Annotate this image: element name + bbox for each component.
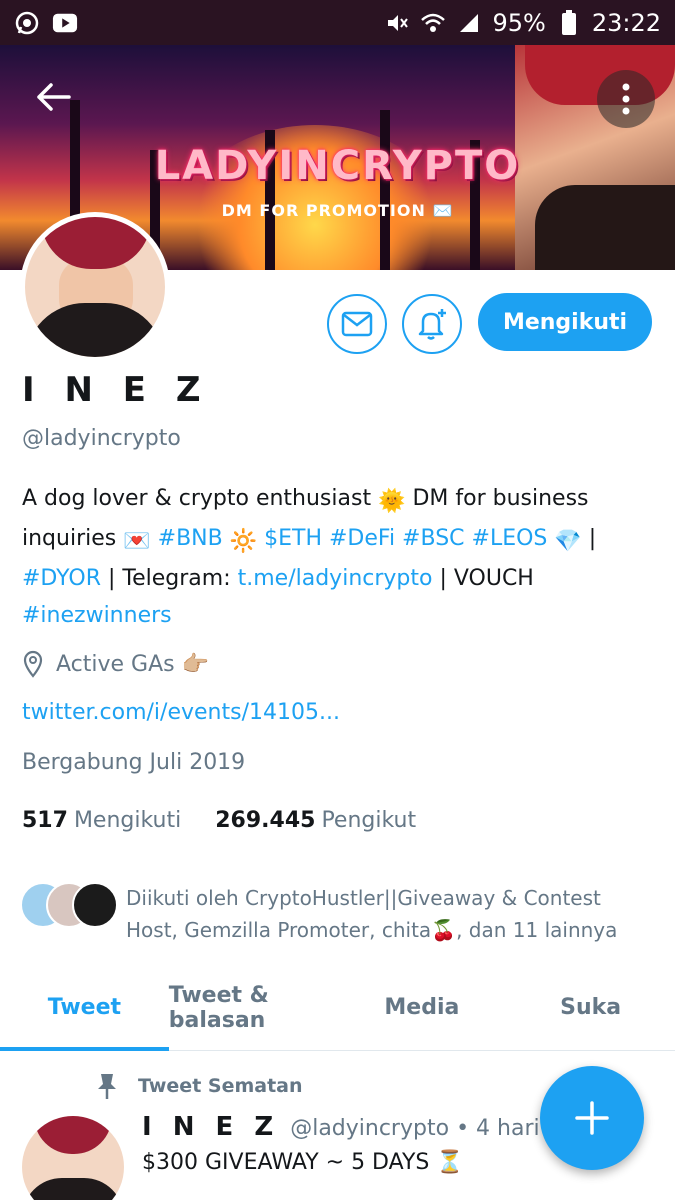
- following-count[interactable]: 517 Mengikuti: [22, 808, 181, 833]
- hashtag-dyor-link[interactable]: #DYOR: [22, 566, 101, 591]
- more-options-button[interactable]: [597, 70, 655, 128]
- pin-icon: [98, 1074, 116, 1099]
- arrow-left-icon: [37, 83, 71, 111]
- profile-avatar[interactable]: [20, 212, 170, 362]
- back-button[interactable]: [28, 72, 78, 122]
- bio-text: |: [581, 526, 597, 551]
- hashtags-link[interactable]: $ETH #DeFi #BSC #LEOS: [257, 526, 547, 551]
- location-text: Active GAs 👉🏼: [56, 651, 209, 677]
- profile-handle: @ladyincrypto: [22, 426, 181, 451]
- gem-emoji: 💎: [554, 529, 582, 554]
- profile-tabs: Tweet Tweet & balasan Media Suka: [0, 965, 675, 1051]
- signal-icon: [456, 10, 482, 36]
- plus-icon: [575, 1101, 609, 1135]
- banner-title: LADYINCRYPTO: [154, 143, 521, 189]
- tweet-author-handle: @ladyincrypto: [290, 1116, 450, 1141]
- battery-icon: [556, 9, 582, 36]
- tab-likes[interactable]: Suka: [506, 965, 675, 1050]
- bio-text: | VOUCH: [432, 566, 534, 591]
- envelope-icon: [341, 311, 373, 337]
- wifi-icon: [420, 10, 446, 36]
- join-date: Bergabung Juli 2019: [22, 750, 246, 775]
- mutual-avatars: [20, 880, 118, 930]
- bnb-coin-emoji: 🔆: [229, 529, 258, 554]
- bell-plus-icon: [418, 309, 446, 340]
- more-vertical-icon: [622, 83, 630, 115]
- whatsapp-icon: [14, 10, 40, 36]
- tweet-header: I N E Z @ladyincrypto • 4 hari: [142, 1112, 540, 1142]
- bio-text: A dog lover & crypto enthusiast: [22, 486, 379, 511]
- battery-percent: 95%: [492, 8, 546, 37]
- follow-counts: 517 Mengikuti 269.445 Pengikut: [22, 808, 416, 833]
- tab-tweet[interactable]: Tweet: [0, 965, 169, 1051]
- hashtag-inezwinners-link[interactable]: #inezwinners: [22, 603, 172, 628]
- profile-website-link[interactable]: twitter.com/i/events/14105...: [22, 700, 340, 725]
- tweet-author-name: I N E Z: [142, 1112, 280, 1142]
- notifications-button[interactable]: [402, 294, 462, 354]
- tab-tweet-replies[interactable]: Tweet & balasan: [169, 965, 338, 1050]
- telegram-link[interactable]: t.me/ladyincrypto: [238, 566, 433, 591]
- hashtag-bnb-link[interactable]: #BNB: [151, 526, 223, 551]
- tweet-avatar[interactable]: [22, 1116, 124, 1200]
- palm-tree: [380, 110, 390, 270]
- love-letter-emoji: 💌: [123, 529, 151, 554]
- clock: 23:22: [591, 8, 661, 37]
- status-bar: 95% 23:22: [0, 0, 675, 45]
- tweet-text[interactable]: $300 GIVEAWAY ~ 5 DAYS ⏳: [142, 1150, 464, 1175]
- sun-emoji: 🌞: [378, 489, 406, 514]
- youtube-icon: [52, 10, 78, 36]
- profile-name: I N E Z: [22, 370, 210, 410]
- followed-by-text: Diikuti oleh CryptoHustler||Giveaway & C…: [126, 886, 618, 942]
- compose-tweet-button[interactable]: [540, 1066, 644, 1170]
- bio-text: | Telegram:: [101, 566, 238, 591]
- profile-bio: A dog lover & crypto enthusiast 🌞 DM for…: [22, 480, 652, 634]
- mute-icon: [384, 10, 410, 36]
- pinned-label: Tweet Sematan: [96, 1072, 303, 1100]
- followed-by[interactable]: Diikuti oleh CryptoHustler||Giveaway & C…: [20, 880, 646, 946]
- avatar: [72, 882, 118, 928]
- tab-media[interactable]: Media: [338, 965, 507, 1050]
- profile-location: Active GAs 👉🏼: [22, 650, 209, 678]
- message-button[interactable]: [327, 294, 387, 354]
- tweet-time: • 4 hari: [456, 1116, 540, 1141]
- following-button[interactable]: Mengikuti: [478, 293, 652, 351]
- followers-count[interactable]: 269.445 Pengikut: [215, 808, 416, 833]
- location-pin-icon: [23, 650, 43, 678]
